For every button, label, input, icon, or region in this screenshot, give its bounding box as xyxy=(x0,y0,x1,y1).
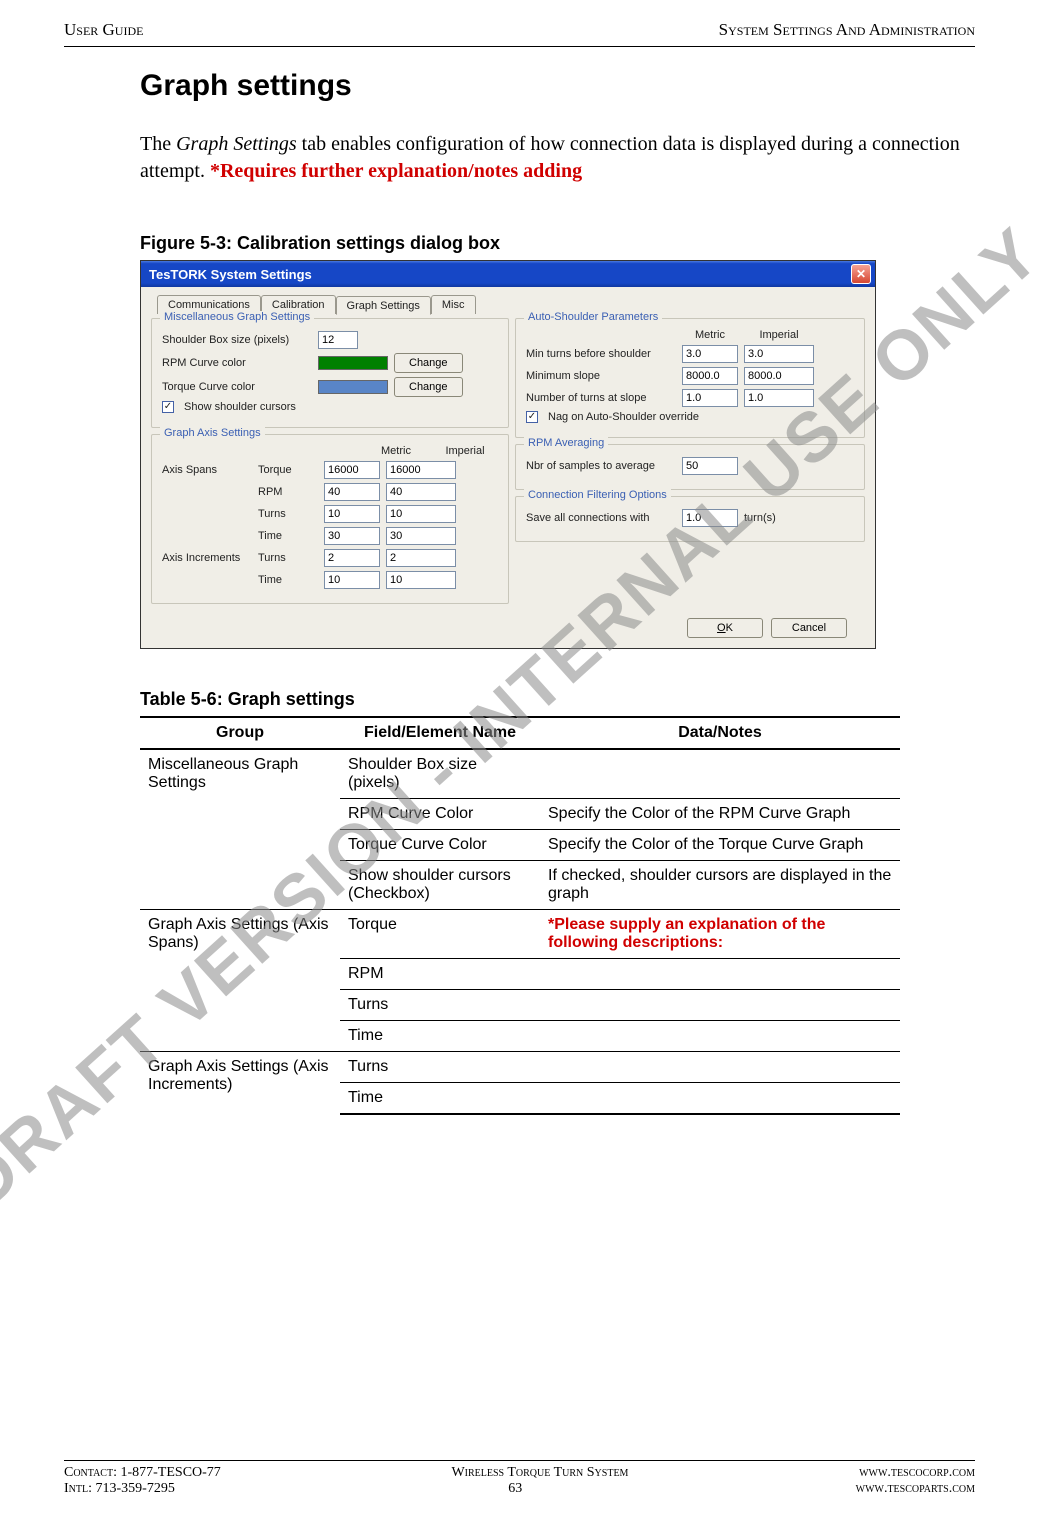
table-notes-cell xyxy=(540,990,900,1021)
auto-minimum slope-metric[interactable] xyxy=(682,367,738,385)
footer-url1: www.tescocorp.com xyxy=(859,1465,975,1481)
fieldset-rpm-averaging: RPM Averaging Nbr of samples to average xyxy=(515,444,865,490)
table-field-cell: RPM xyxy=(340,959,540,990)
axis-rpm-imperial[interactable] xyxy=(386,483,456,501)
fieldset-misc-graph: Miscellaneous Graph Settings Shoulder Bo… xyxy=(151,318,509,428)
show-shoulder-checkbox[interactable]: ✓ xyxy=(162,401,174,413)
axis-turns-imperial[interactable] xyxy=(386,505,456,523)
ok-button[interactable]: OK xyxy=(687,618,763,638)
axis-time-metric[interactable] xyxy=(324,527,380,545)
rpm-avg-input[interactable] xyxy=(682,457,738,475)
table-notes-cell xyxy=(540,959,900,990)
table-group-cell: Graph Axis Settings (Axis Increments) xyxy=(140,1052,340,1115)
table-field-cell: Torque xyxy=(340,910,540,959)
shoulder-box-input[interactable] xyxy=(318,331,358,349)
nag-checkbox[interactable]: ✓ xyxy=(526,411,538,423)
table-notes-cell xyxy=(540,1083,900,1115)
auto-min turns before shoulder-metric[interactable] xyxy=(682,345,738,363)
table-group-cell: Graph Axis Settings (Axis Spans) xyxy=(140,910,340,1052)
torque-color-swatch xyxy=(318,380,388,394)
tab-graph-settings[interactable]: Graph Settings xyxy=(336,296,431,315)
figure-caption: Figure 5-3: Calibration settings dialog … xyxy=(140,233,967,254)
axis-inc-turns-metric[interactable] xyxy=(324,549,380,567)
table-notes-cell: Specify the Color of the RPM Curve Graph xyxy=(540,799,900,830)
table-notes-cell: *Please supply an explanation of the fol… xyxy=(540,910,900,959)
close-icon[interactable]: ✕ xyxy=(851,264,871,284)
axis-inc-time-metric[interactable] xyxy=(324,571,380,589)
axis-inc-turns-imperial[interactable] xyxy=(386,549,456,567)
auto-minimum slope-imperial[interactable] xyxy=(744,367,814,385)
header-right: System Settings And Administration xyxy=(719,20,975,40)
table-field-cell: Show shoulder cursors (Checkbox) xyxy=(340,861,540,910)
axis-torque-imperial[interactable] xyxy=(386,461,456,479)
table-field-cell: Turns xyxy=(340,990,540,1021)
table-notes-cell xyxy=(540,1052,900,1083)
graph-settings-table: Group Field/Element Name Data/Notes Misc… xyxy=(140,716,900,1115)
header-left: User Guide xyxy=(64,20,143,40)
intro-paragraph: The Graph Settings tab enables configura… xyxy=(140,131,967,185)
auto-number of turns at slope-metric[interactable] xyxy=(682,389,738,407)
table-notes-cell: Specify the Color of the Torque Curve Gr… xyxy=(540,830,900,861)
footer-url2: www.tescoparts.com xyxy=(856,1481,975,1497)
axis-time-imperial[interactable] xyxy=(386,527,456,545)
auto-number of turns at slope-imperial[interactable] xyxy=(744,389,814,407)
section-title: Graph settings xyxy=(140,69,967,103)
torque-color-change-button[interactable]: Change xyxy=(394,377,463,397)
dialog-title: TesTORK System Settings xyxy=(149,267,312,282)
fieldset-conn-filter: Connection Filtering Options Save all co… xyxy=(515,496,865,542)
page-footer: Contact: 1-877-TESCO-77 Wireless Torque … xyxy=(64,1460,975,1497)
table-group-cell: Miscellaneous Graph Settings xyxy=(140,749,340,910)
table-field-cell: RPM Curve Color xyxy=(340,799,540,830)
table-caption: Table 5-6: Graph settings xyxy=(140,689,967,710)
axis-rpm-metric[interactable] xyxy=(324,483,380,501)
table-notes-cell: If checked, shoulder cursors are display… xyxy=(540,861,900,910)
axis-inc-time-imperial[interactable] xyxy=(386,571,456,589)
table-notes-cell xyxy=(540,1021,900,1052)
axis-turns-metric[interactable] xyxy=(324,505,380,523)
table-field-cell: Turns xyxy=(340,1052,540,1083)
footer-intl: Intl: 713-359-7295 xyxy=(64,1481,175,1497)
table-field-cell: Time xyxy=(340,1021,540,1052)
table-field-cell: Shoulder Box size (pixels) xyxy=(340,749,540,799)
conn-filter-input[interactable] xyxy=(682,509,738,527)
settings-dialog: TesTORK System Settings ✕ Communications… xyxy=(140,260,876,649)
table-field-cell: Torque Curve Color xyxy=(340,830,540,861)
axis-torque-metric[interactable] xyxy=(324,461,380,479)
tab-misc[interactable]: Misc xyxy=(431,295,476,314)
cancel-button[interactable]: Cancel xyxy=(771,618,847,638)
dialog-titlebar: TesTORK System Settings ✕ xyxy=(141,261,875,287)
fieldset-axis: Graph Axis Settings MetricImperial Axis … xyxy=(151,434,509,604)
footer-contact: Contact: 1-877-TESCO-77 xyxy=(64,1465,221,1481)
rpm-color-swatch xyxy=(318,356,388,370)
footer-system-name: Wireless Torque Turn System xyxy=(221,1465,859,1481)
page-header: User Guide System Settings And Administr… xyxy=(64,16,975,47)
footer-page-num: 63 xyxy=(175,1481,856,1497)
table-notes-cell xyxy=(540,749,900,799)
fieldset-auto-shoulder: Auto-Shoulder Parameters MetricImperial … xyxy=(515,318,865,438)
intro-note: *Requires further explanation/notes addi… xyxy=(210,160,582,182)
auto-min turns before shoulder-imperial[interactable] xyxy=(744,345,814,363)
table-field-cell: Time xyxy=(340,1083,540,1115)
rpm-color-change-button[interactable]: Change xyxy=(394,353,463,373)
